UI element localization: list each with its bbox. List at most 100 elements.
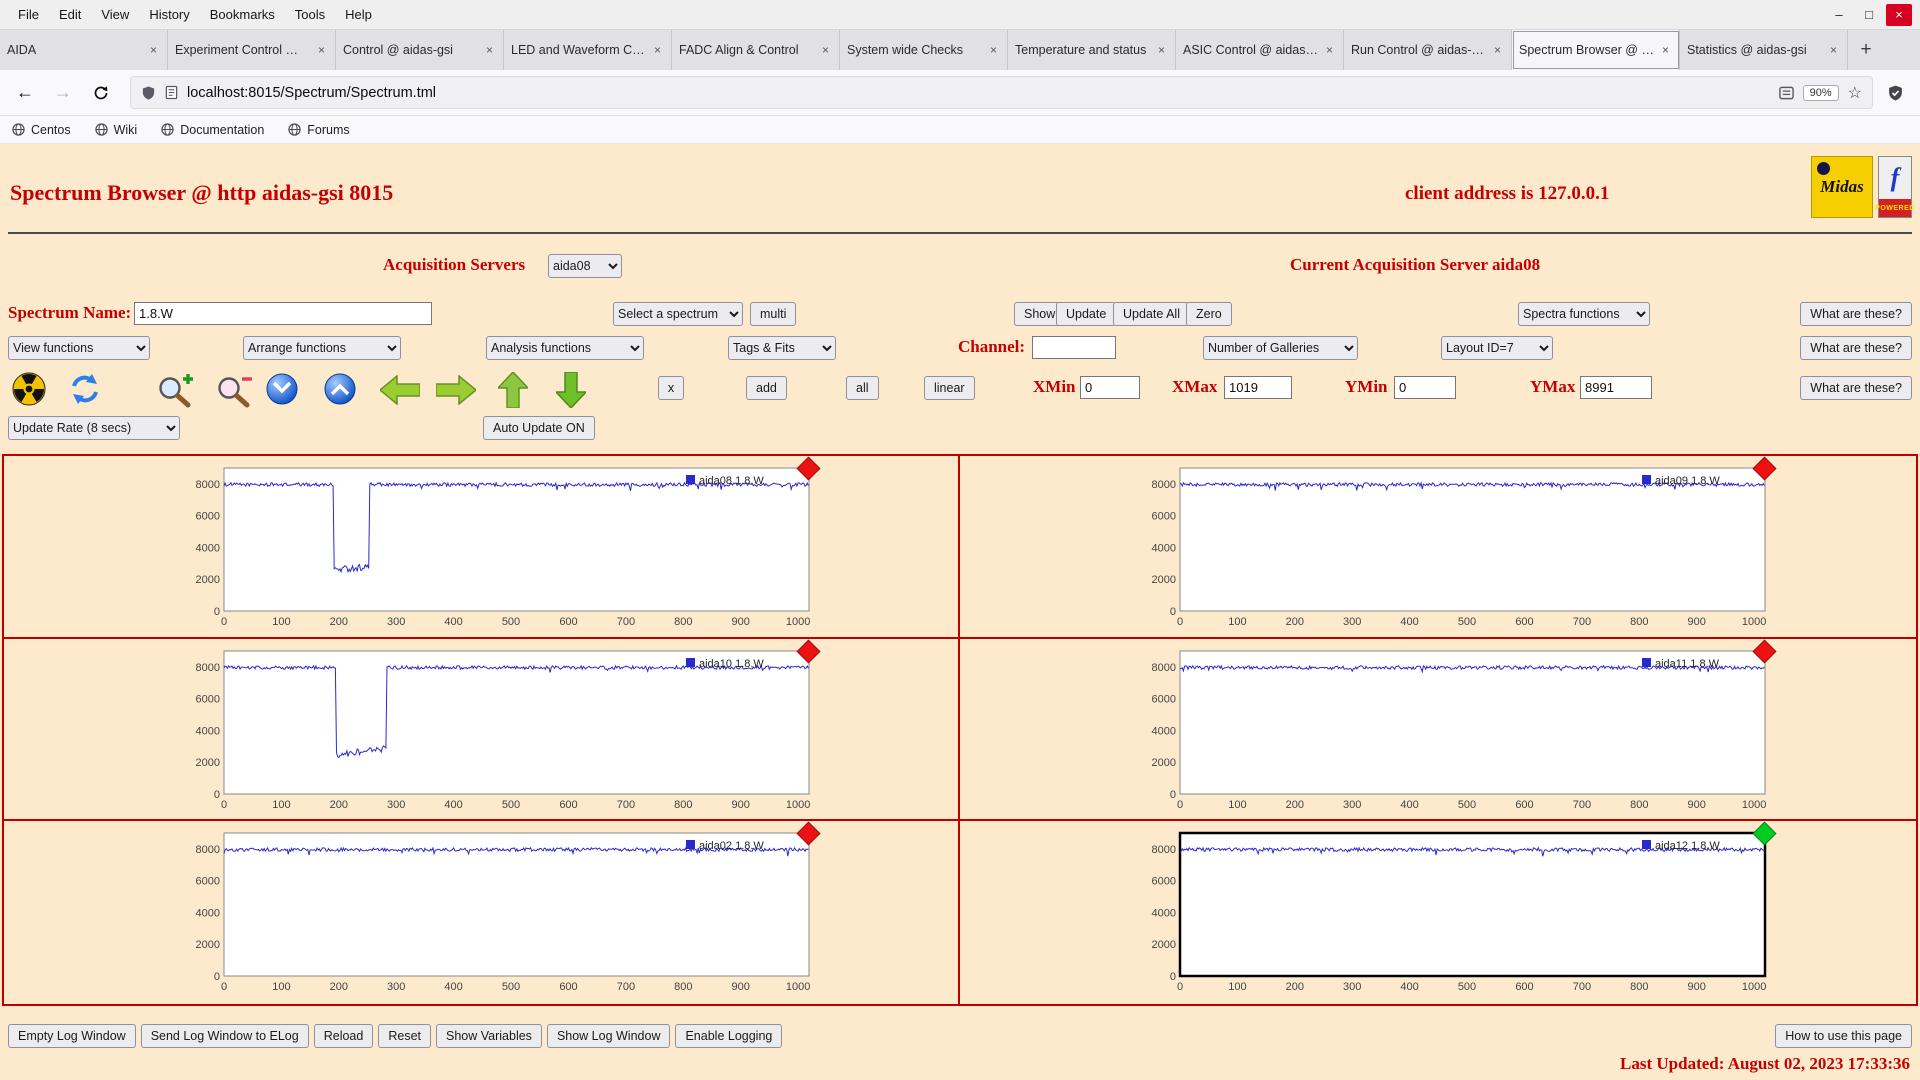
what-are-these-button-3[interactable]: What are these? [1800,376,1912,400]
spectrum-panel-1[interactable]: 0 2000 4000 6000 8000 0 100 200 300 400 500 600 700 8… [4,456,960,639]
show-log-window-button[interactable]: Show Log Window [546,1024,671,1048]
tags-fits-dropdown[interactable]: Tags & Fits [728,336,836,360]
show-variables-button[interactable]: Show Variables [436,1024,542,1048]
layout-dropdown[interactable]: Layout ID=7 [1441,336,1553,360]
maximize-icon[interactable]: □ [1856,4,1882,26]
tab[interactable]: FADC Align & Control × [672,30,840,70]
update-rate-dropdown[interactable]: Update Rate (8 secs) [8,416,180,440]
tab[interactable]: Run Control @ aidas-gsi × [1344,30,1512,70]
radiation-icon[interactable] [12,372,46,406]
zoom-in-icon[interactable] [154,372,196,408]
y-expand-icon[interactable] [323,372,357,406]
view-functions-dropdown[interactable]: View functions [8,336,150,360]
spectrum-panel-2[interactable]: 0 2000 4000 6000 8000 0 100 200 300 400 500 600 700 8… [960,456,1916,639]
tab-close-icon[interactable]: × [1659,42,1672,58]
tab-close-icon[interactable]: × [1323,42,1336,58]
zoom-level-badge[interactable]: 90% [1802,84,1839,101]
bookmark-item[interactable]: Forums [288,123,350,137]
shield-icon[interactable] [141,85,156,101]
ymin-input[interactable] [1394,376,1456,399]
url-bar[interactable]: localhost:8015/Spectrum/Spectrum.tml 90%… [130,76,1873,109]
spectra-functions-dropdown[interactable]: Spectra functions [1518,302,1650,326]
all-button[interactable]: all [846,376,879,400]
reload-button[interactable]: Reload [313,1024,374,1048]
tab[interactable]: AIDA × [0,30,168,70]
minimize-icon[interactable]: – [1826,4,1852,26]
auto-update-button[interactable]: Auto Update ON [483,416,595,440]
close-icon[interactable]: × [1886,3,1912,26]
xmin-input[interactable] [1080,376,1140,399]
tab[interactable]: Statistics @ aidas-gsi × [1680,30,1848,70]
send-log-window-to-elog-button[interactable]: Send Log Window to ELog [140,1024,309,1048]
xmax-input[interactable] [1224,376,1292,399]
refresh-icon[interactable] [68,372,102,406]
analysis-functions-dropdown[interactable]: Analysis functions [486,336,644,360]
zero-button[interactable]: Zero [1186,302,1232,326]
zoom-out-icon[interactable] [213,372,255,408]
update-button[interactable]: Update [1056,302,1117,326]
arrange-functions-dropdown[interactable]: Arrange functions [243,336,401,360]
channel-input[interactable] [1032,336,1116,359]
new-tab-button[interactable]: + [1848,30,1884,70]
what-are-these-button-2[interactable]: What are these? [1800,336,1912,360]
scale-up-icon[interactable] [498,372,528,408]
bookmark-item[interactable]: Centos [12,123,71,137]
ymax-input[interactable] [1580,376,1652,399]
add-button[interactable]: add [746,376,787,400]
spectrum-plot[interactable]: 0 2000 4000 6000 8000 0 100 200 300 400 500 600 700 8… [188,830,816,994]
tab-close-icon[interactable]: × [819,42,832,58]
scale-down-icon[interactable] [556,372,586,408]
tab[interactable]: LED and Waveform Control × [504,30,672,70]
how-to-use-button[interactable]: How to use this page [1775,1024,1912,1048]
tab-close-icon[interactable]: × [1827,42,1840,58]
menu-edit[interactable]: Edit [49,3,91,26]
spectrum-plot[interactable]: 0 2000 4000 6000 8000 0 100 200 300 400 500 600 700 8… [1144,830,1772,994]
tab-close-icon[interactable]: × [987,42,1000,58]
spectrum-plot[interactable]: 0 2000 4000 6000 8000 0 100 200 300 400 500 600 700 8… [1144,648,1772,812]
spectrum-plot[interactable]: 0 2000 4000 6000 8000 0 100 200 300 400 500 600 700 8… [188,648,816,812]
tab-close-icon[interactable]: × [1155,42,1168,58]
tab-close-icon[interactable]: × [315,42,328,58]
tab[interactable]: System wide Checks × [840,30,1008,70]
spectrum-panel-3[interactable]: 0 2000 4000 6000 8000 0 100 200 300 400 500 600 700 8… [4,638,960,822]
acquisition-server-select[interactable]: aida08 [548,254,622,278]
tab-close-icon[interactable]: × [651,42,664,58]
back-icon[interactable]: ← [10,78,40,108]
menu-bookmarks[interactable]: Bookmarks [200,3,285,26]
linear-button[interactable]: linear [924,376,975,400]
tab[interactable]: Control @ aidas-gsi × [336,30,504,70]
what-are-these-button-1[interactable]: What are these? [1800,302,1912,326]
spectrum-name-input[interactable] [134,302,432,325]
tab[interactable]: Experiment Control @ aidas-gsi × [168,30,336,70]
multi-button[interactable]: multi [750,302,797,326]
select-spectrum-dropdown[interactable]: Select a spectrum [613,302,743,326]
forward-icon[interactable]: → [48,78,78,108]
reset-button[interactable]: Reset [378,1024,431,1048]
spectrum-plot[interactable]: 0 2000 4000 6000 8000 0 100 200 300 400 500 600 700 8… [1144,465,1772,629]
spectrum-panel-4[interactable]: 0 2000 4000 6000 8000 0 100 200 300 400 500 600 700 8… [960,639,1916,822]
spectrum-panel-6[interactable]: 0 2000 4000 6000 8000 0 100 200 300 400 500 600 700 8… [960,821,1916,1004]
bookmark-item[interactable]: Documentation [161,123,264,137]
menu-history[interactable]: History [139,3,199,26]
tab-active[interactable]: Spectrum Browser @ aidas-gsi × [1512,30,1680,70]
url-text[interactable]: localhost:8015/Spectrum/Spectrum.tml [187,85,1770,101]
pan-left-icon[interactable] [380,375,420,405]
tab-close-icon[interactable]: × [147,42,160,58]
update-all-button[interactable]: Update All [1113,302,1190,326]
galleries-dropdown[interactable]: Number of Galleries [1203,336,1358,360]
extension-shield-icon[interactable] [1887,84,1904,102]
menu-view[interactable]: View [91,3,139,26]
menu-tools[interactable]: Tools [285,3,335,26]
menu-help[interactable]: Help [335,3,382,26]
empty-log-window-button[interactable]: Empty Log Window [8,1024,136,1048]
reader-view-icon[interactable] [1778,86,1794,100]
y-compress-icon[interactable] [265,372,299,406]
menu-file[interactable]: File [8,3,49,26]
x-button[interactable]: x [658,376,684,400]
tab-close-icon[interactable]: × [483,42,496,58]
pan-right-icon[interactable] [436,375,476,405]
site-info-icon[interactable] [165,85,178,100]
tab[interactable]: ASIC Control @ aidas-gsi × [1176,30,1344,70]
tab[interactable]: Temperature and status × [1008,30,1176,70]
bookmark-star-icon[interactable]: ☆ [1848,83,1862,103]
